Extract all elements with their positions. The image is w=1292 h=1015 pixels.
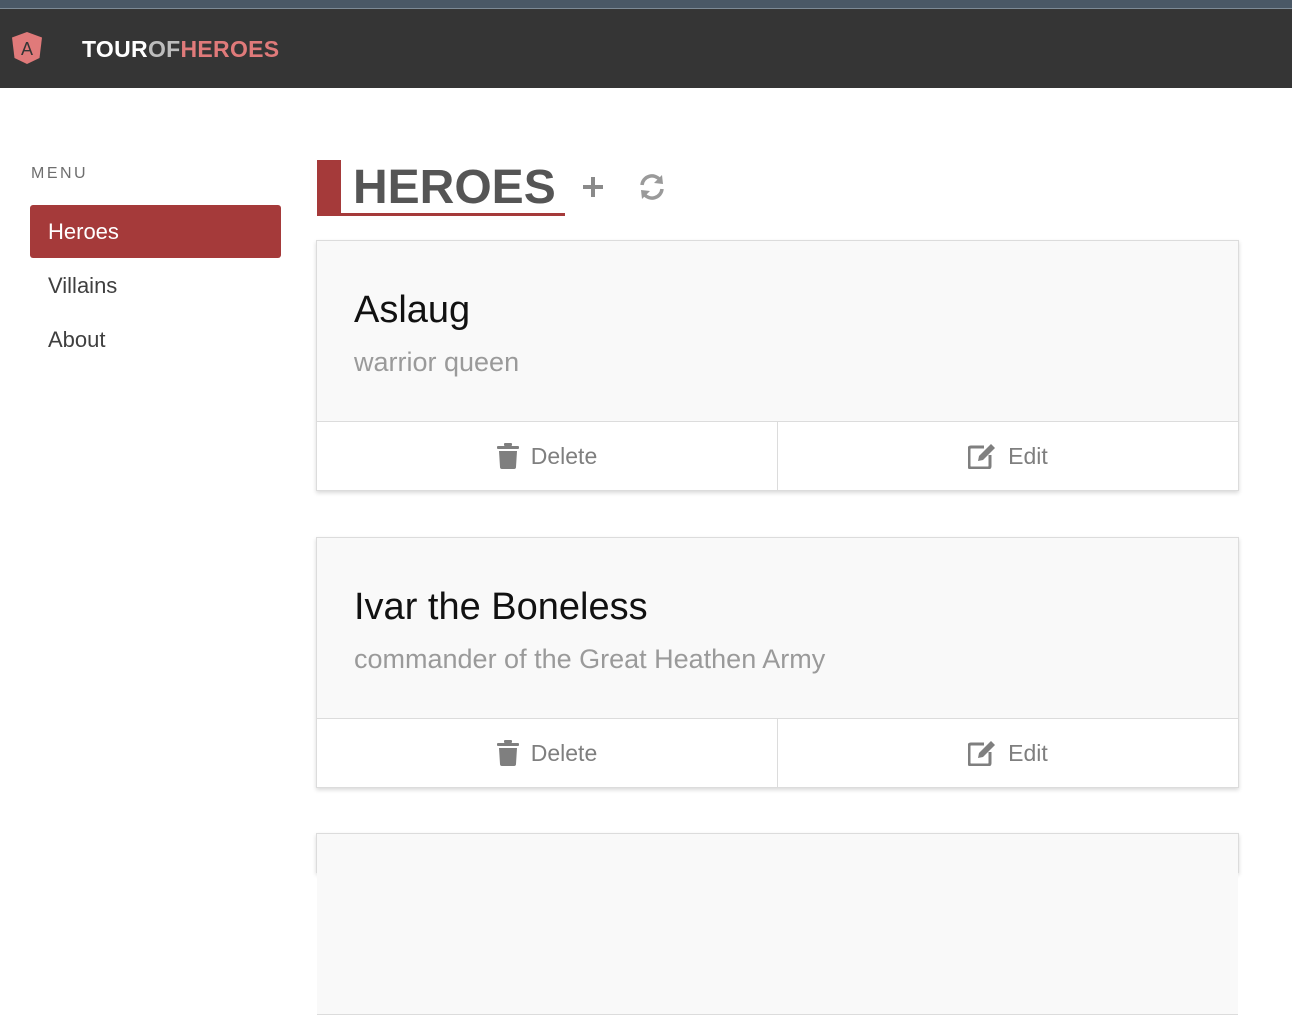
menu-label: MENU: [31, 165, 89, 182]
edit-button[interactable]: Edit: [777, 422, 1238, 490]
delete-label: Delete: [530, 442, 598, 469]
page-title: HEROES: [353, 161, 556, 214]
edit-label: Edit: [1008, 442, 1048, 469]
brand-tour: TOUR: [82, 36, 148, 62]
sidebar-item-heroes[interactable]: Heroes: [30, 205, 281, 258]
hero-card-body[interactable]: Ivar the Boneless commander of the Great…: [317, 538, 1238, 719]
edit-button[interactable]: Edit: [777, 719, 1238, 787]
hero-description: commander of the Great Heathen Army: [354, 644, 826, 674]
refresh-icon: [640, 174, 664, 200]
add-hero-button[interactable]: [578, 171, 608, 203]
hero-card: Ivar the Boneless commander of the Great…: [316, 537, 1239, 788]
brand-title[interactable]: TOUROFHEROES: [82, 36, 279, 62]
svg-text:A: A: [21, 39, 33, 59]
edit-icon: [968, 741, 996, 766]
navbar: A TOUROFHEROES: [0, 9, 1292, 88]
browser-top-strip: [0, 0, 1292, 9]
plus-icon: [583, 177, 603, 197]
hero-name: Aslaug: [354, 289, 471, 331]
trash-icon: [496, 443, 519, 469]
trash-icon: [496, 740, 519, 766]
brand-of: OF: [147, 36, 181, 62]
hero-card-partial: [316, 833, 1239, 1015]
delete-label: Delete: [530, 739, 598, 766]
sidebar-item-about[interactable]: About: [30, 313, 281, 366]
brand-heroes: HEROES: [180, 36, 280, 62]
edit-icon: [968, 444, 996, 469]
delete-button[interactable]: Delete: [317, 422, 777, 490]
edit-label: Edit: [1008, 739, 1048, 766]
hero-name: Ivar the Boneless: [354, 586, 648, 628]
refresh-button[interactable]: [636, 171, 668, 203]
hero-card-body[interactable]: Aslaug warrior queen: [317, 241, 1238, 422]
hero-card: Aslaug warrior queen Delete Edit: [316, 240, 1239, 491]
sidebar-item-villains[interactable]: Villains: [30, 259, 281, 312]
title-accent-bar: [317, 160, 341, 216]
hero-card-actions: Delete Edit: [317, 719, 1238, 787]
hero-card-body[interactable]: [317, 834, 1238, 1015]
delete-button[interactable]: Delete: [317, 719, 777, 787]
hero-card-actions: Delete Edit: [317, 422, 1238, 490]
angular-icon[interactable]: A: [11, 31, 43, 65]
hero-description: warrior queen: [354, 347, 520, 377]
